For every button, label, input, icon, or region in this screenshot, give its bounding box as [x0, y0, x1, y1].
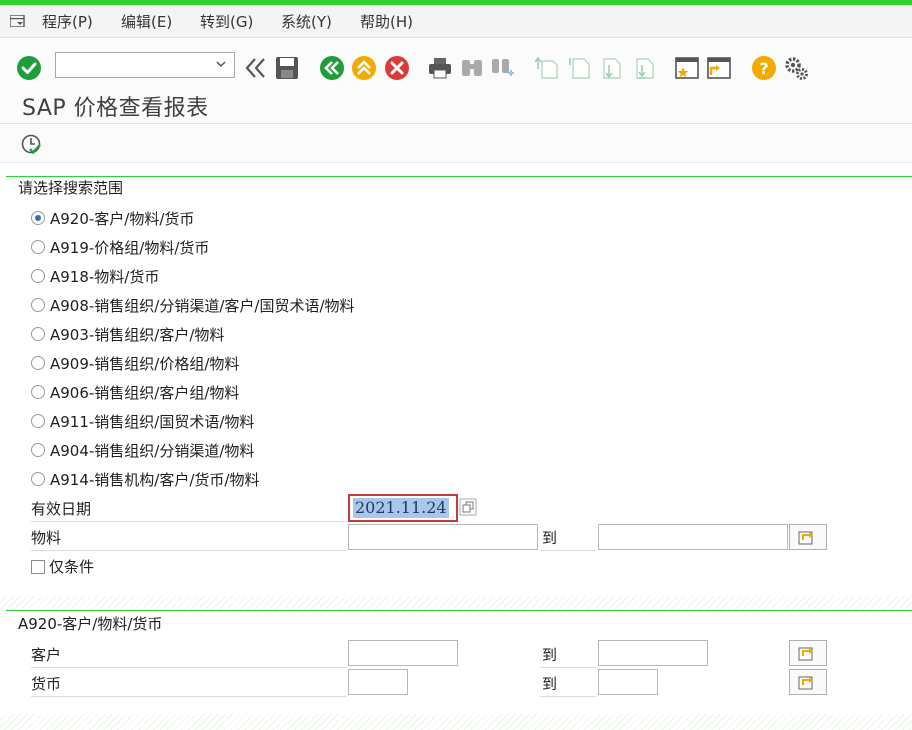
radio-label: A918-物料/货币	[50, 267, 160, 286]
next-page-icon[interactable]	[598, 55, 624, 81]
page-title: SAP 价格查看报表	[22, 96, 209, 121]
customer-from-field[interactable]	[348, 640, 458, 666]
print-icon[interactable]	[427, 55, 453, 81]
new-session-icon[interactable]	[674, 55, 700, 81]
radio-button[interactable]	[31, 211, 45, 225]
radio-button[interactable]	[31, 240, 45, 254]
condition-only-option[interactable]: 仅条件	[31, 556, 94, 577]
radio-option-a914[interactable]: A914-销售机构/客户/货币/物料	[31, 468, 259, 490]
menu-item-system[interactable]: 系统(Y)	[281, 11, 332, 32]
back-icon[interactable]	[319, 55, 345, 81]
find-icon[interactable]	[459, 55, 485, 81]
radio-option-a909[interactable]: A909-销售组织/价格组/物料	[31, 352, 239, 374]
group-title: A920-客户/物料/货币	[18, 615, 163, 633]
execute-icon[interactable]	[20, 134, 44, 156]
customer-from-input[interactable]	[349, 641, 457, 665]
radio-option-a919[interactable]: A919-价格组/物料/货币	[31, 236, 209, 258]
radio-button[interactable]	[31, 414, 45, 428]
exit-icon[interactable]	[351, 55, 377, 81]
multiple-selection-icon	[798, 647, 813, 661]
radio-button[interactable]	[31, 472, 45, 486]
currency-label: 货币	[31, 671, 347, 697]
group-separator	[0, 714, 912, 730]
valid-date-label: 有效日期	[31, 496, 347, 522]
material-label: 物料	[31, 525, 347, 551]
settings-icon[interactable]	[783, 55, 809, 81]
customer-to-field[interactable]	[598, 640, 708, 666]
first-page-icon[interactable]	[535, 55, 561, 81]
radio-option-a918[interactable]: A918-物料/货币	[31, 265, 159, 287]
radio-button[interactable]	[31, 269, 45, 283]
radio-option-a904[interactable]: A904-销售组织/分销渠道/物料	[31, 439, 254, 461]
radio-label: A906-销售组织/客户组/物料	[50, 383, 240, 402]
customer-to-input[interactable]	[599, 641, 707, 665]
radio-option-a908[interactable]: A908-销售组织/分销渠道/客户/国贸术语/物料	[31, 294, 355, 316]
application-toolbar	[0, 125, 912, 163]
radio-option-a903[interactable]: A903-销售组织/客户/物料	[31, 323, 224, 345]
radio-button[interactable]	[31, 443, 45, 457]
material-multiple-selection-button[interactable]	[789, 524, 827, 550]
cancel-icon[interactable]	[384, 55, 410, 81]
customer-label: 客户	[31, 642, 347, 668]
create-shortcut-icon[interactable]	[706, 55, 732, 81]
radio-label: A919-价格组/物料/货币	[50, 238, 210, 257]
title-bar: SAP 价格查看报表	[0, 86, 912, 124]
radio-button[interactable]	[31, 327, 45, 341]
last-page-icon[interactable]	[631, 55, 657, 81]
find-next-icon[interactable]	[490, 55, 516, 81]
condition-only-checkbox[interactable]	[31, 559, 45, 574]
valid-date-value[interactable]: 2021.11.24	[353, 498, 449, 518]
previous-page-icon[interactable]	[567, 55, 593, 81]
radio-label: A914-销售机构/客户/货币/物料	[50, 470, 260, 489]
radio-label: A903-销售组织/客户/物料	[50, 325, 225, 344]
radio-button[interactable]	[31, 298, 45, 312]
back-arrows-icon[interactable]	[243, 55, 269, 81]
radio-label: A909-销售组织/价格组/物料	[50, 354, 240, 373]
enter-icon[interactable]	[16, 55, 42, 81]
valid-date-field[interactable]: 2021.11.24	[348, 494, 458, 522]
material-to-field[interactable]	[598, 524, 788, 550]
currency-to-input[interactable]	[599, 670, 657, 694]
radio-label: A908-销售组织/分销渠道/客户/国贸术语/物料	[50, 296, 355, 315]
radio-button[interactable]	[31, 385, 45, 399]
menu-item-goto[interactable]: 转到(G)	[200, 11, 253, 32]
radio-label: A920-客户/物料/货币	[50, 209, 195, 228]
currency-from-input[interactable]	[349, 670, 407, 694]
command-field[interactable]	[55, 52, 235, 78]
menu-bar: 程序(P) 编辑(E) 转到(G) 系统(Y) 帮助(H)	[0, 5, 912, 38]
radio-label: A904-销售组织/分销渠道/物料	[50, 441, 255, 460]
material-from-input[interactable]	[349, 525, 537, 549]
chevron-down-icon[interactable]	[214, 57, 228, 71]
radio-option-a911[interactable]: A911-销售组织/国贸术语/物料	[31, 410, 254, 432]
radio-button[interactable]	[31, 356, 45, 370]
group-title: 请选择搜索范围	[18, 179, 124, 197]
currency-from-field[interactable]	[348, 669, 408, 695]
menu-item-help[interactable]: 帮助(H)	[360, 11, 413, 32]
menu-item-edit[interactable]: 编辑(E)	[121, 11, 172, 32]
material-from-field[interactable]	[348, 524, 538, 550]
customer-multiple-selection-button[interactable]	[789, 640, 827, 666]
svg-text:?: ?	[759, 59, 768, 78]
currency-multiple-selection-button[interactable]	[789, 669, 827, 695]
condition-only-label: 仅条件	[49, 558, 95, 576]
material-to-label: 到	[540, 525, 596, 551]
save-icon[interactable]	[274, 55, 300, 81]
currency-to-field[interactable]	[598, 669, 658, 695]
menu-toggle-icon[interactable]	[10, 15, 26, 27]
menu-item-program[interactable]: 程序(P)	[42, 11, 93, 32]
radio-option-a906[interactable]: A906-销售组织/客户组/物料	[31, 381, 239, 403]
radio-label: A911-销售组织/国贸术语/物料	[50, 412, 255, 431]
material-to-input[interactable]	[599, 525, 787, 549]
command-input[interactable]	[60, 54, 210, 76]
multiple-selection-icon	[798, 531, 813, 545]
customer-to-label: 到	[540, 642, 596, 668]
multiple-selection-icon	[798, 676, 813, 690]
help-icon[interactable]: ?	[751, 55, 777, 81]
calendar-icon[interactable]	[459, 497, 477, 517]
group-separator	[0, 596, 912, 610]
currency-to-label: 到	[540, 671, 596, 697]
radio-option-a920[interactable]: A920-客户/物料/货币	[31, 207, 194, 229]
